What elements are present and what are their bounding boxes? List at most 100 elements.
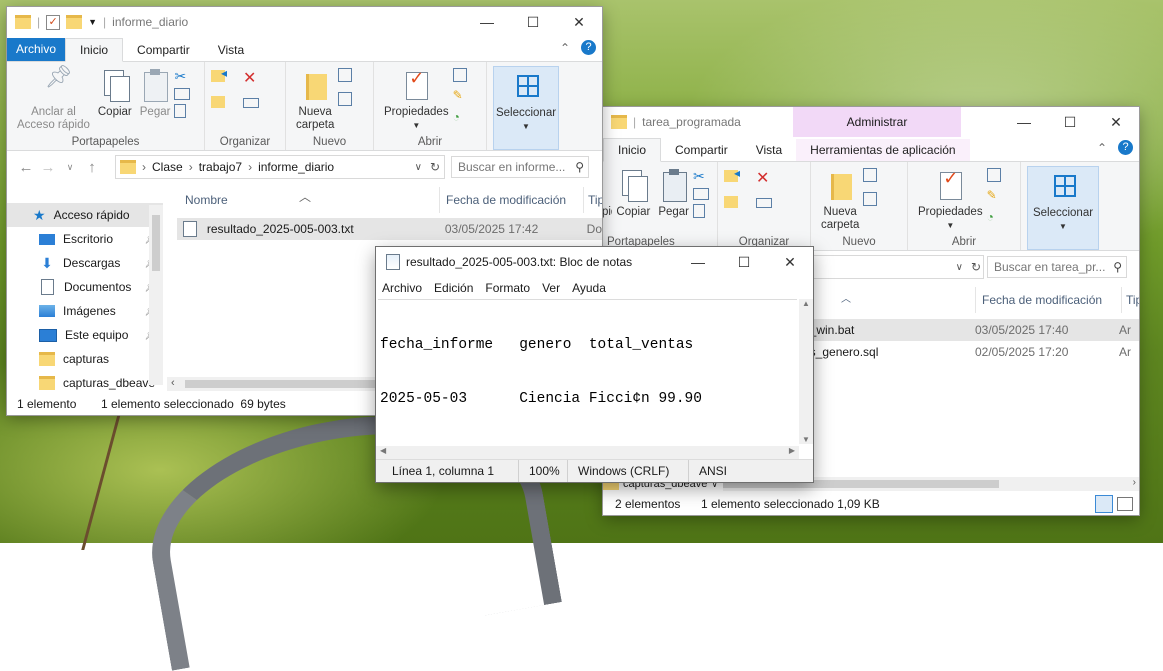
new-item-icon[interactable] <box>863 168 878 182</box>
minimize-button[interactable]: — <box>1001 107 1047 137</box>
text-editor[interactable]: fecha_informe genero total_ventas 2025-0… <box>378 299 797 444</box>
menu-archivo[interactable]: Archivo <box>376 281 428 295</box>
copy-path-icon[interactable] <box>693 188 709 200</box>
column-type[interactable]: Tip <box>583 187 602 213</box>
properties-button[interactable]: ✓ Propiedades ▼ <box>380 66 453 134</box>
history-icon[interactable]: ◔ <box>987 210 1005 226</box>
pin-button[interactable]: 📌︎ Anclar al Acceso rápido <box>13 66 94 134</box>
up-icon[interactable]: ↑ <box>81 159 103 176</box>
address-box[interactable]: › Clase › trabajo7 › informe_diario ∨ ↻ <box>115 155 445 179</box>
search-input[interactable]: Buscar en informe... ⚲ <box>451 156 589 178</box>
nav-item-descargas[interactable]: ⬇ Descargas 📌︎ <box>7 251 163 275</box>
address-dropdown-icon[interactable]: ∨ <box>956 262 963 273</box>
help-icon[interactable]: ? <box>1118 140 1133 155</box>
properties-button[interactable]: ✓ Propiedades ▼ <box>914 166 987 234</box>
tab-vista[interactable]: Vista <box>742 139 796 161</box>
breadcrumb-informe-diario[interactable]: informe_diario <box>258 160 334 174</box>
column-type[interactable]: Tip <box>1121 287 1139 313</box>
file-row[interactable]: as_genero.sql 02/05/2025 17:20 Ar <box>803 341 1139 363</box>
nav-item-capturas-dbeaver[interactable]: capturas_dbeave <box>7 371 163 395</box>
select-button[interactable]: Seleccionar ▼ <box>1027 166 1099 250</box>
recent-dropdown-icon[interactable]: ∨ <box>59 162 81 173</box>
easy-access-icon[interactable] <box>338 92 353 106</box>
tab-compartir[interactable]: Compartir <box>661 139 742 161</box>
nav-item-documentos[interactable]: Documentos 📌︎ <box>7 275 163 299</box>
column-header-sort[interactable]: ︿ <box>841 284 851 310</box>
close-button[interactable]: ✕ <box>556 7 602 37</box>
maximize-button[interactable]: ☐ <box>510 7 556 37</box>
scrollbar-thumb[interactable] <box>185 380 385 388</box>
column-name[interactable]: Nombre <box>177 187 433 213</box>
refresh-icon[interactable]: ↻ <box>971 260 981 274</box>
scroll-left-icon[interactable]: ‹ <box>171 377 175 389</box>
new-folder-button[interactable]: Nueva carpeta <box>292 66 338 134</box>
minimize-button[interactable]: — <box>464 7 510 37</box>
title-bar[interactable]: | ✓ ▼ | informe_diario — ☐ ✕ <box>7 7 602 37</box>
scroll-right-icon[interactable]: ▶ <box>789 446 795 455</box>
copy-button[interactable]: Copiar <box>612 166 654 221</box>
move-to-icon[interactable]: ◂ <box>211 66 229 84</box>
new-item-icon[interactable] <box>338 68 353 82</box>
back-icon[interactable]: ← <box>15 159 37 176</box>
maximize-button[interactable]: ☐ <box>721 247 767 277</box>
move-to-icon[interactable]: ◂ <box>724 166 742 184</box>
new-folder-quick-icon[interactable] <box>66 15 83 29</box>
tab-inicio[interactable]: Inicio <box>603 138 662 162</box>
delete-icon[interactable]: ✕ <box>243 68 261 87</box>
menu-formato[interactable]: Formato <box>479 281 536 295</box>
vertical-scrollbar[interactable]: ▲ ▼ <box>799 299 813 444</box>
menu-ver[interactable]: Ver <box>536 281 566 295</box>
open-icon[interactable] <box>452 68 467 82</box>
refresh-icon[interactable]: ↻ <box>430 160 440 174</box>
breadcrumb-clase[interactable]: Clase <box>152 160 183 174</box>
copy-path-icon[interactable] <box>174 88 191 100</box>
nav-item-imagenes[interactable]: Imágenes 📌︎ <box>7 299 163 323</box>
copy-to-icon[interactable] <box>724 194 742 210</box>
details-view-icon[interactable] <box>1095 495 1113 513</box>
edit-icon[interactable]: ✎ <box>987 188 1005 204</box>
open-icon[interactable] <box>986 168 1001 182</box>
maximize-button[interactable]: ☐ <box>1047 107 1093 137</box>
paste-shortcut-icon[interactable] <box>693 204 705 218</box>
context-tab-header[interactable]: Administrar <box>793 107 961 137</box>
minimize-button[interactable]: — <box>675 247 721 277</box>
delete-icon[interactable]: ✕ <box>756 168 774 187</box>
cut-icon[interactable]: ✂ <box>693 168 711 184</box>
close-button[interactable]: ✕ <box>767 247 813 277</box>
breadcrumb-trabajo7[interactable]: trabajo7 <box>199 160 242 174</box>
nav-item-este-equipo[interactable]: Este equipo 📌︎ <box>7 323 163 347</box>
ribbon-collapse-icon[interactable]: ⌃ <box>560 41 570 55</box>
new-folder-button[interactable]: Nueva carpeta <box>817 166 863 234</box>
nav-vertical-scrollbar[interactable] <box>149 205 163 385</box>
edit-icon[interactable]: ✎ <box>453 88 471 104</box>
paste-button[interactable]: Pegar <box>136 66 175 121</box>
title-bar[interactable]: | tarea_programada Administrar — ☐ ✕ <box>603 107 1139 137</box>
large-icons-view-icon[interactable] <box>1117 497 1133 511</box>
forward-icon[interactable]: → <box>37 159 59 176</box>
horizontal-scrollbar[interactable]: ◀ ▶ <box>376 446 799 460</box>
menu-ayuda[interactable]: Ayuda <box>566 281 612 295</box>
tab-inicio[interactable]: Inicio <box>65 38 124 62</box>
file-row[interactable]: o_win.bat 03/05/2025 17:40 Ar <box>803 319 1139 341</box>
select-button[interactable]: Seleccionar ▼ <box>493 66 559 150</box>
close-button[interactable]: ✕ <box>1093 107 1139 137</box>
paste-shortcut-icon[interactable] <box>174 104 187 118</box>
tab-vista[interactable]: Vista <box>204 39 258 61</box>
quick-access-dropdown-icon[interactable]: ▼ <box>88 17 97 27</box>
nav-item-acceso-rapido[interactable]: ★ Acceso rápido <box>7 203 163 227</box>
properties-quick-icon[interactable]: ✓ <box>46 14 61 30</box>
paste-button[interactable]: Pegar <box>654 166 693 221</box>
copy-to-icon[interactable] <box>211 94 229 110</box>
title-bar[interactable]: resultado_2025-005-003.txt: Bloc de nota… <box>376 247 813 277</box>
cut-icon[interactable]: ✂ <box>174 68 192 84</box>
file-row[interactable]: resultado_2025-005-003.txt 03/05/2025 17… <box>177 218 602 240</box>
menu-edicion[interactable]: Edición <box>428 281 479 295</box>
address-dropdown-icon[interactable]: ∨ <box>415 162 422 173</box>
history-icon[interactable]: ◔ <box>453 110 471 126</box>
scroll-up-icon[interactable]: ▲ <box>802 299 810 308</box>
scroll-down-icon[interactable]: ▼ <box>802 435 810 444</box>
pin-button[interactable]: rápido <box>603 166 612 221</box>
column-date[interactable]: Fecha de modificación <box>975 287 1122 313</box>
rename-icon[interactable] <box>243 98 259 108</box>
notepad-window[interactable]: resultado_2025-005-003.txt: Bloc de nota… <box>376 247 813 482</box>
